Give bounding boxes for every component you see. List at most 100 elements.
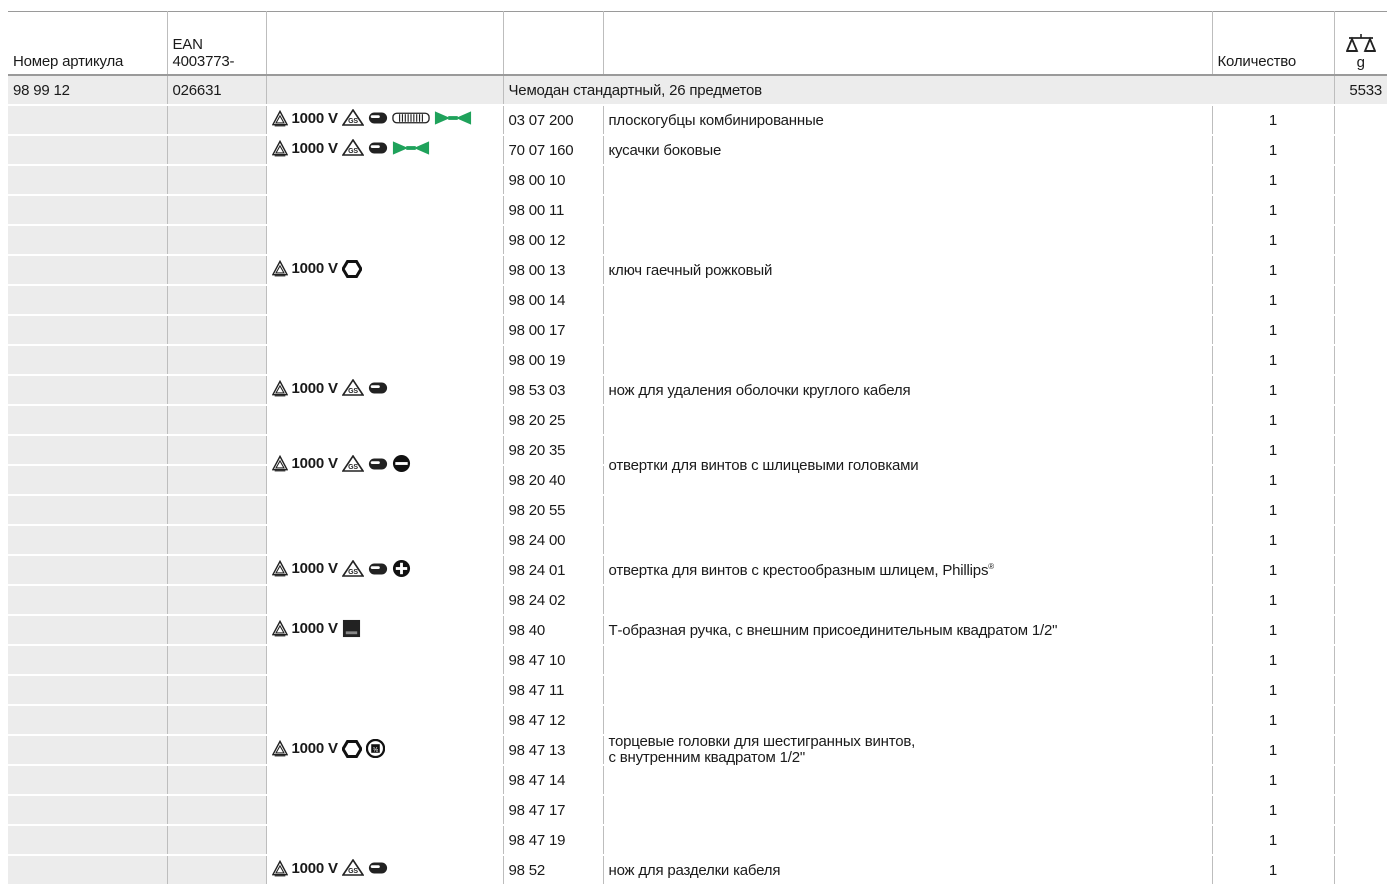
quantity-cell: 1 [1212, 225, 1335, 256]
code-cell: 98 20 55 [503, 495, 604, 526]
gs-mark-icon [342, 455, 364, 473]
code-cell: 98 47 14 [503, 765, 604, 796]
voltage-label: 1000 V [291, 455, 339, 472]
grip-zone-icon [392, 110, 430, 126]
kit-ean: 026631 [167, 75, 267, 106]
table-row: 1000 V 03 07 200 плоскогубцы комбинирова… [8, 105, 1387, 136]
kit-icons-cell [266, 75, 504, 106]
icon-cell: 1000 V [266, 105, 504, 136]
ean-cell [167, 105, 267, 136]
weight-cell [1334, 105, 1387, 136]
table-row: 1000 V 98 53 03 нож для удаления оболочк… [8, 375, 1387, 406]
code-cell: 98 24 02 [503, 585, 604, 616]
header-icons [266, 11, 504, 76]
code-cell: 98 53 03 [503, 375, 604, 406]
article-cell [8, 375, 168, 406]
quantity-cell: 1 [1212, 855, 1335, 886]
two-component-handle-icon [368, 455, 388, 473]
article-cell [8, 315, 168, 346]
icon-cell: 1000 V [266, 855, 504, 886]
quantity-cell: 1 [1212, 555, 1335, 586]
quantity-cell: 1 [1212, 165, 1335, 196]
ean-cell [167, 735, 267, 766]
quantity-cell: 1 [1212, 495, 1335, 526]
article-cell [8, 525, 168, 556]
article-cell [8, 105, 168, 136]
kit-article: 98 99 12 [8, 75, 168, 106]
vde-triangle-icon [272, 380, 288, 397]
ean-cell [167, 405, 267, 436]
quantity-cell: 1 [1212, 405, 1335, 436]
article-cell [8, 435, 168, 466]
article-cell [8, 405, 168, 436]
gs-mark-icon [342, 859, 364, 877]
weight-cell [1334, 525, 1387, 556]
table-row: 1000 V 98 40 Т-образная ручка, с внешним… [8, 615, 1387, 646]
code-cell: 98 47 19 [503, 825, 604, 856]
description-cell: ключ гаечный рожковый [603, 165, 1213, 376]
description-text: отвертка для винтов с крестообразным шли… [608, 561, 989, 579]
ean-cell [167, 135, 267, 166]
weight-cell [1334, 315, 1387, 346]
weight-cell [1334, 645, 1387, 676]
ean-cell [167, 165, 267, 196]
icon-cell: 1000 V [266, 165, 504, 376]
vde-triangle-icon [272, 740, 288, 757]
weight-cell [1334, 585, 1387, 616]
article-cell [8, 855, 168, 886]
gs-mark-icon [342, 139, 364, 157]
ean-cell [167, 195, 267, 226]
weight-cell [1334, 435, 1387, 466]
article-cell [8, 495, 168, 526]
weight-cell [1334, 255, 1387, 286]
code-cell: 98 00 19 [503, 345, 604, 376]
code-cell: 98 20 40 [503, 465, 604, 496]
quantity-cell: 1 [1212, 465, 1335, 496]
quantity-cell: 1 [1212, 285, 1335, 316]
article-cell [8, 675, 168, 706]
code-cell: 98 00 14 [503, 285, 604, 316]
icon-cell: 1000 V [266, 615, 504, 646]
ean-cell [167, 285, 267, 316]
weight-cell [1334, 855, 1387, 886]
quantity-cell: 1 [1212, 705, 1335, 736]
ean-cell [167, 675, 267, 706]
ean-cell [167, 765, 267, 796]
article-cell [8, 585, 168, 616]
article-cell [8, 645, 168, 676]
voltage-label: 1000 V [291, 379, 339, 397]
weight-cell [1334, 375, 1387, 406]
table-row: 1000 V 98 20 25 отвертки для винтов с шл… [8, 405, 1387, 526]
ean-cell [167, 525, 267, 556]
weight-cell [1334, 225, 1387, 256]
voltage-label: 1000 V [291, 260, 339, 278]
ean-cell [167, 255, 267, 286]
code-cell: 98 40 [503, 615, 604, 646]
description-cell: нож для разделки кабеля [603, 855, 1213, 886]
header-ean: EAN 4003773- [167, 11, 267, 76]
code-cell: 98 47 11 [503, 675, 604, 706]
code-cell: 98 24 00 [503, 525, 604, 556]
quantity-cell: 1 [1212, 105, 1335, 136]
vde-triangle-icon [272, 620, 288, 637]
gs-mark-icon [342, 560, 364, 578]
vde-triangle-icon [272, 110, 288, 127]
two-component-handle-icon [368, 379, 388, 397]
ean-cell [167, 375, 267, 406]
weight-cell [1334, 675, 1387, 706]
quantity-cell: 1 [1212, 615, 1335, 646]
code-cell: 98 24 01 [503, 555, 604, 586]
description-cell: плоскогубцы комбинированные [603, 105, 1213, 136]
quantity-cell: 1 [1212, 825, 1335, 856]
quantity-cell: 1 [1212, 675, 1335, 706]
ean-cell [167, 705, 267, 736]
article-cell [8, 735, 168, 766]
ean-cell [167, 315, 267, 346]
article-cell [8, 825, 168, 856]
description-cell: отвертка для винтов с крестообразным шли… [603, 525, 1213, 616]
ean-cell [167, 435, 267, 466]
slotted-screw-icon [392, 454, 411, 473]
code-cell: 98 00 12 [503, 225, 604, 256]
ean-cell [167, 495, 267, 526]
quantity-cell: 1 [1212, 765, 1335, 796]
